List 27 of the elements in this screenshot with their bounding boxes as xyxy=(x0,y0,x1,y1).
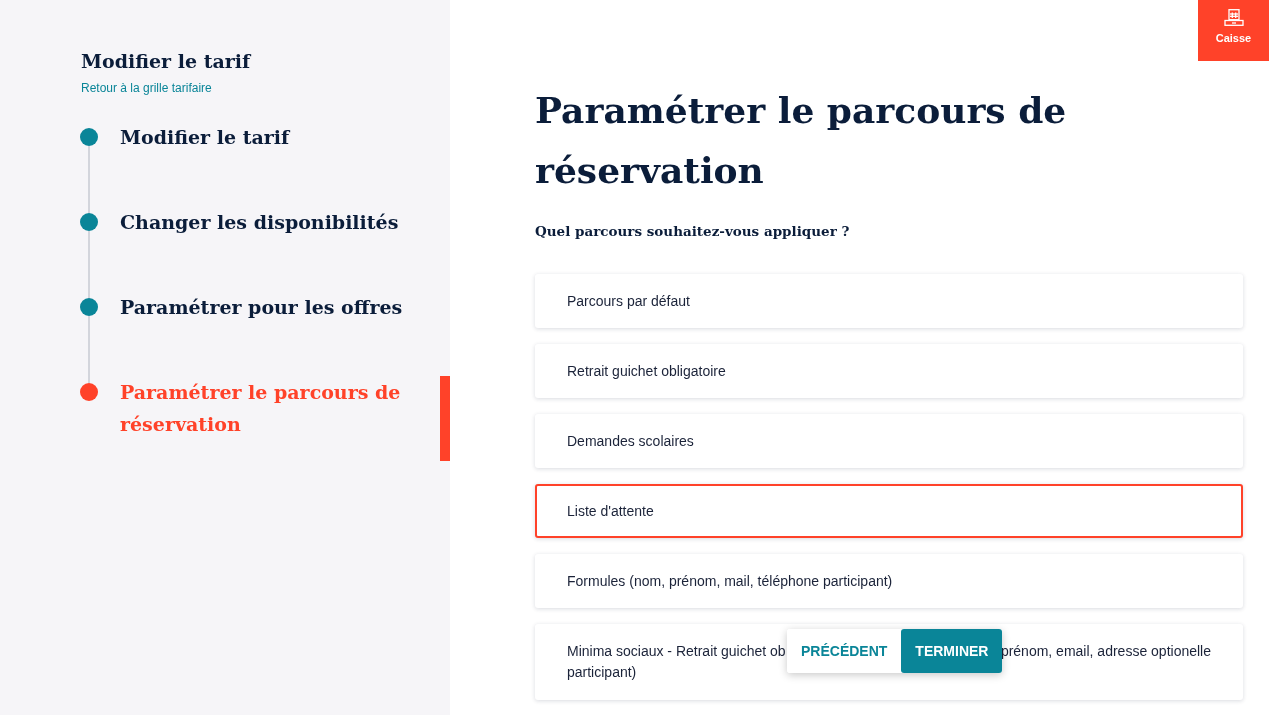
step-dot-icon xyxy=(80,298,98,316)
step-dot-icon xyxy=(80,383,98,401)
step-link[interactable]: Changer les disponibilités xyxy=(80,206,450,291)
sidebar-title: Modifier le tarif xyxy=(81,49,251,74)
step-link[interactable]: Modifier le tarif xyxy=(80,121,450,206)
option-label: Formules (nom, prénom, mail, téléphone participant) xyxy=(567,571,893,591)
step-dot-icon xyxy=(80,213,98,231)
finish-button[interactable]: TERMINER xyxy=(901,629,1003,673)
option-card[interactable]: Liste d'attente xyxy=(535,484,1243,538)
option-label: Liste d'attente xyxy=(567,501,654,521)
page-title: Paramétrer le parcours de réservation xyxy=(535,88,1068,193)
step-dot-icon xyxy=(80,128,98,146)
option-label: participant) xyxy=(567,663,637,682)
option-card[interactable]: Parcours par défaut xyxy=(535,274,1243,328)
option-card[interactable]: Formules (nom, prénom, mail, téléphone participant) xyxy=(535,554,1243,608)
option-card[interactable]: Demandes scolaires xyxy=(535,414,1243,468)
option-label: Minima sociaux - Retrait guichet ob xyxy=(567,642,786,661)
option-label: Demandes scolaires xyxy=(567,431,694,451)
previous-button[interactable]: PRÉCÉDENT xyxy=(787,629,902,673)
cash-register-icon xyxy=(1223,9,1244,26)
question-text: Quel parcours souhaitez-vous appliquer ? xyxy=(535,222,850,240)
step-link[interactable]: Paramétrer pour les offres xyxy=(80,291,450,376)
option-label: prénom, email, adresse optionelle xyxy=(1000,642,1211,661)
option-label: Parcours par défaut xyxy=(567,291,690,311)
back-link[interactable]: Retour à la grille tarifaire xyxy=(81,80,212,96)
option-card[interactable]: Retrait guichet obligatoire xyxy=(535,344,1243,398)
option-label: Retrait guichet obligatoire xyxy=(567,361,726,381)
